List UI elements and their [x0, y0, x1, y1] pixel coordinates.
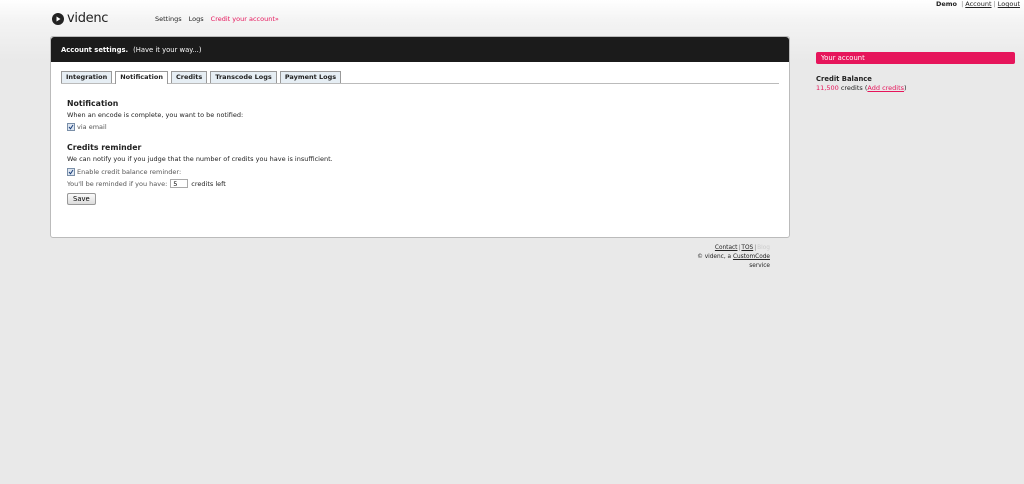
logo-text: videnc — [67, 11, 109, 26]
tab-payment-logs[interactable]: Payment Logs — [279, 71, 342, 83]
enable-reminder-checkbox[interactable] — [67, 168, 75, 176]
via-email-checkbox[interactable] — [67, 123, 75, 131]
copyright-prefix: © videnc, a — [697, 254, 732, 260]
credit-balance-value: 11,500 — [816, 84, 839, 92]
footer: Contact|TOS|Blog © videnc, a CustomCode … — [680, 244, 770, 271]
account-link[interactable]: Account — [965, 0, 991, 8]
remind-threshold-input[interactable] — [170, 179, 189, 188]
nav-settings[interactable]: Settings — [155, 15, 182, 23]
copyright: © videnc, a CustomCode service — [680, 253, 770, 271]
company-link[interactable]: CustomCode — [733, 254, 770, 260]
enable-reminder-label: Enable credit balance reminder: — [77, 168, 182, 176]
tab-notification[interactable]: Notification — [115, 71, 168, 84]
tab-integration[interactable]: Integration — [61, 71, 113, 83]
add-credits-link[interactable]: Add credits — [867, 84, 904, 92]
reminder-description: We can notify you if you judge that the … — [67, 155, 333, 163]
notification-heading: Notification — [67, 99, 119, 108]
play-icon — [52, 12, 64, 25]
account-sidebar: Your account Credit Balance 11,500 credi… — [816, 52, 1015, 92]
enable-reminder-row: Enable credit balance reminder: — [67, 168, 773, 176]
username: Demo — [935, 0, 957, 8]
nav-logs[interactable]: Logs — [189, 15, 204, 23]
panel-title: Account settings. — [61, 45, 129, 54]
top-nav: Settings Logs Credit your account» — [155, 15, 286, 23]
contact-link[interactable]: Contact — [715, 245, 738, 251]
tos-link[interactable]: TOS — [741, 245, 753, 251]
save-button[interactable]: Save — [67, 193, 96, 205]
notification-description: When an encode is complete, you want to … — [67, 111, 244, 119]
separator: | — [961, 0, 964, 8]
separator: | — [754, 245, 757, 251]
panel-header: Account settings. (Have it your way...) — [51, 37, 789, 62]
remind-threshold-row: You'll be reminded if you have: credits … — [67, 179, 773, 188]
reminder-heading: Credits reminder — [67, 143, 142, 152]
logout-link[interactable]: Logout — [998, 0, 1020, 8]
faded-link[interactable]: Blog — [757, 245, 770, 251]
panel-subtitle: (Have it your way...) — [133, 45, 202, 54]
nav-credit-account[interactable]: Credit your account» — [211, 15, 279, 23]
remind-suffix: credits left — [191, 179, 226, 188]
separator: | — [993, 0, 996, 8]
via-email-label: via email — [77, 123, 107, 131]
credit-balance-label: Credit Balance — [816, 75, 872, 83]
credit-balance: 11,500 credits (Add credits) — [816, 84, 907, 92]
tab-credits[interactable]: Credits — [170, 71, 208, 83]
tab-bar: Integration Notification Credits Transco… — [61, 70, 779, 84]
logo[interactable]: videnc — [52, 11, 108, 26]
sidebar-title: Your account — [816, 52, 1015, 64]
remind-label: You'll be reminded if you have: — [67, 179, 168, 188]
notification-form: Notification When an encode is complete,… — [67, 99, 773, 205]
via-email-row: via email — [67, 123, 773, 131]
credits-word: credits — [840, 84, 863, 92]
settings-panel: Account settings. (Have it your way...) … — [50, 36, 790, 238]
tab-transcode-logs[interactable]: Transcode Logs — [210, 71, 277, 83]
copyright-suffix: service — [749, 263, 770, 269]
user-bar: Demo | Account | Logout — [936, 0, 1020, 8]
